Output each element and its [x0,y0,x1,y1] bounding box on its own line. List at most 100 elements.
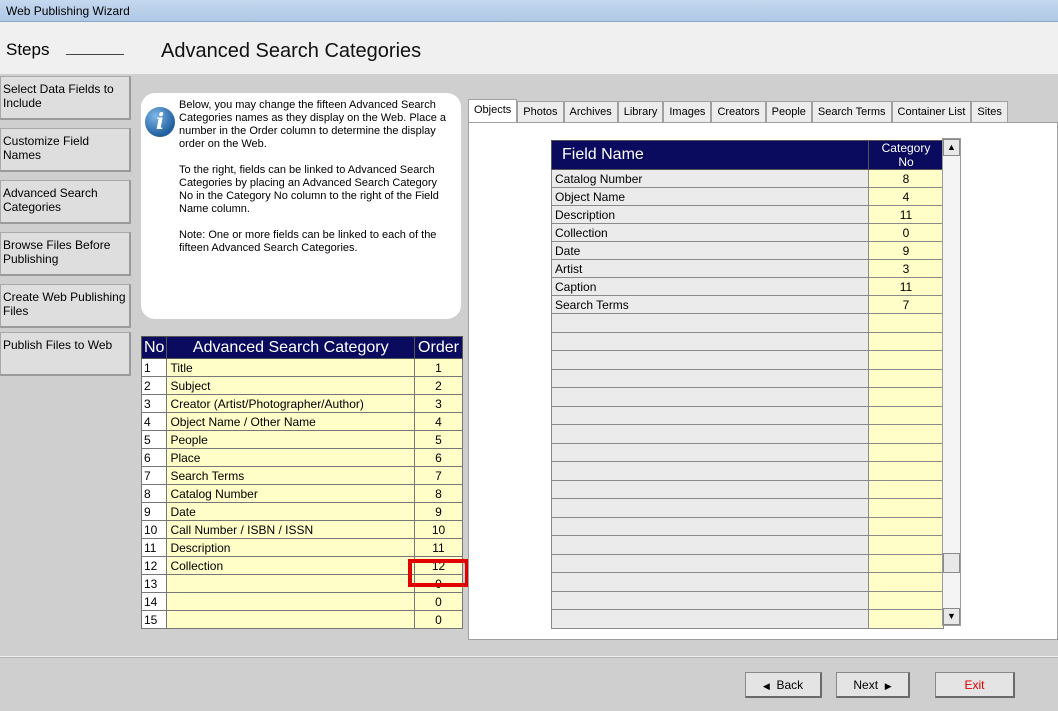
order-cell[interactable]: 8 [414,484,463,503]
category-no-cell[interactable] [868,331,944,351]
row-number: 7 [140,466,168,485]
category-no-cell[interactable] [868,590,944,610]
category-name-cell[interactable]: People [166,430,415,449]
category-no-cell[interactable]: 11 [868,277,944,296]
category-name-cell[interactable]: Description [166,538,415,557]
category-no-cell[interactable]: 0 [868,223,944,242]
category-name-cell[interactable]: Title [166,358,415,377]
category-no-cell[interactable] [868,350,944,370]
order-cell[interactable]: 12 [414,556,463,575]
exit-button[interactable]: Exit [935,672,1015,698]
category-no-cell[interactable]: 9 [868,241,944,260]
category-no-cell[interactable] [868,535,944,555]
category-no-cell[interactable] [868,609,944,629]
table-row: 7 Search Terms 7 [140,466,463,485]
field-table-scrollbar[interactable]: ▲ ▼ [942,138,961,626]
category-no-cell[interactable] [868,405,944,425]
category-no-cell[interactable] [868,461,944,481]
order-cell[interactable]: 3 [414,394,463,413]
tab-sites[interactable]: Sites [971,101,1008,123]
steps-sidebar: Select Data Fields to Include Customize … [0,74,137,656]
tab-people[interactable]: People [765,101,812,123]
category-name-cell[interactable]: Object Name / Other Name [166,412,415,431]
tab-photos[interactable]: Photos [517,101,564,123]
category-no-cell[interactable] [868,424,944,444]
category-name-cell[interactable] [166,610,415,629]
field-name-cell [551,424,869,444]
order-cell[interactable]: 2 [414,376,463,395]
order-cell[interactable]: 11 [414,538,463,557]
order-cell[interactable]: 0 [414,610,463,629]
tab-creators[interactable]: Creators [711,101,766,123]
tab-container-list[interactable]: Container List [891,101,972,123]
category-name-cell[interactable]: Catalog Number [166,484,415,503]
category-no-cell[interactable]: 7 [868,295,944,314]
category-name-cell[interactable] [166,592,415,611]
row-number: 13 [140,574,168,593]
category-name-cell[interactable] [166,574,415,593]
row-number: 11 [140,538,168,557]
category-no-cell[interactable] [868,313,944,333]
step-publish-files-button[interactable]: Publish Files to Web [0,332,131,376]
table-row: 4 Object Name / Other Name 4 [140,412,463,431]
order-cell[interactable]: 10 [414,520,463,539]
category-name-cell[interactable]: Call Number / ISBN / ISSN [166,520,415,539]
category-no-cell[interactable] [868,368,944,388]
row-number: 3 [140,394,168,413]
table-row: 12 Collection 12 [140,556,463,575]
step-label: Advanced Search Categories [3,186,98,214]
scroll-up-icon[interactable]: ▲ [943,139,960,156]
tab-search-terms[interactable]: Search Terms [811,101,892,123]
category-no-cell[interactable]: 4 [868,187,944,206]
order-cell[interactable]: 6 [414,448,463,467]
table-row [551,479,944,499]
category-name-cell[interactable]: Date [166,502,415,521]
category-no-cell[interactable]: 11 [868,205,944,224]
category-no-cell[interactable]: 8 [868,169,944,188]
table-row: 15 0 [140,610,463,629]
category-no-cell[interactable] [868,516,944,536]
category-name-cell[interactable]: Collection [166,556,415,575]
category-no-cell[interactable] [868,442,944,462]
tab-library[interactable]: Library [617,101,664,123]
category-name-cell[interactable]: Subject [166,376,415,395]
field-name-cell: Collection [551,223,869,242]
step-customize-field-names-button[interactable]: Customize Field Names [0,128,131,172]
step-create-web-files-button[interactable]: Create Web Publishing Files [0,284,131,328]
table-header-row: Field Name Category No [551,140,944,170]
category-no-cell[interactable] [868,479,944,499]
order-cell[interactable]: 1 [414,358,463,377]
category-name-cell[interactable]: Search Terms [166,466,415,485]
field-name-cell: Artist [551,259,869,278]
next-button[interactable]: Next ▶ [836,672,910,698]
category-no-cell[interactable]: 3 [868,259,944,278]
category-no-cell[interactable] [868,572,944,592]
tab-archives[interactable]: Archives [563,101,618,123]
step-label: Create Web Publishing Files [3,290,126,318]
step-label: Select Data Fields to Include [3,82,114,110]
step-advanced-search-categories-button[interactable]: Advanced Search Categories [0,180,131,224]
order-cell[interactable]: 5 [414,430,463,449]
back-button[interactable]: ◀ Back [745,672,822,698]
step-browse-files-button[interactable]: Browse Files Before Publishing [0,232,131,276]
search-category-table: No Advanced Search Category Order 1 Title… [140,336,463,629]
category-name-cell[interactable]: Creator (Artist/Photographer/Author) [166,394,415,413]
step-select-data-fields-button[interactable]: Select Data Fields to Include [0,76,131,120]
field-name-cell: Object Name [551,187,869,206]
table-row [551,424,944,444]
order-cell[interactable]: 0 [414,574,463,593]
order-cell[interactable]: 9 [414,502,463,521]
tab-objects[interactable]: Objects [468,99,518,123]
order-cell[interactable]: 4 [414,412,463,431]
order-cell[interactable]: 7 [414,466,463,485]
scroll-down-icon[interactable]: ▼ [943,608,960,625]
category-no-cell[interactable] [868,387,944,407]
category-name-cell[interactable]: Place [166,448,415,467]
tab-images[interactable]: Images [663,101,712,123]
scroll-thumb[interactable] [943,553,960,573]
category-no-cell[interactable] [868,553,944,573]
category-no-cell[interactable] [868,498,944,518]
order-cell[interactable]: 0 [414,592,463,611]
table-row: 6 Place 6 [140,448,463,467]
back-label: Back [776,678,804,692]
